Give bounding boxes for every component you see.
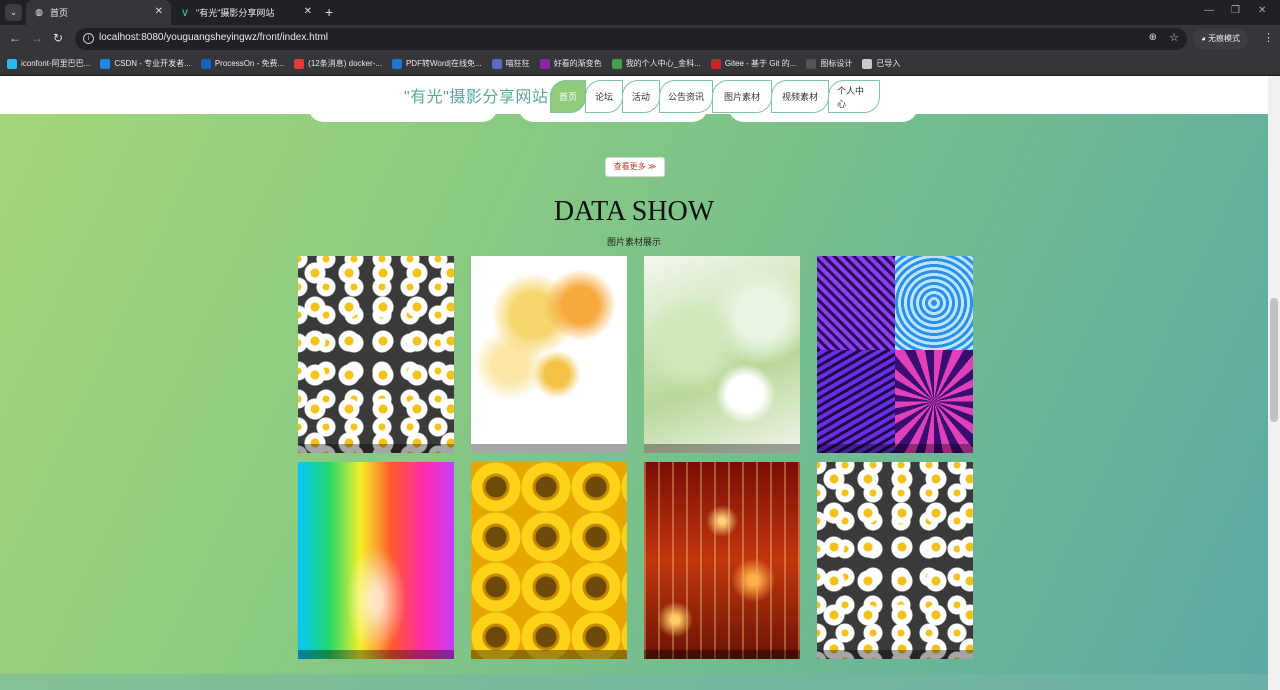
bookmark-label: 喵狂狂 <box>505 59 530 68</box>
gallery-image[interactable] <box>817 462 973 659</box>
bookmark-label: iconfont-阿里巴巴... <box>21 59 91 68</box>
bookmark-item[interactable]: iconfont-阿里巴巴... <box>7 58 90 69</box>
tab-search-button[interactable]: ⌄ <box>5 4 22 21</box>
image-watermark-bar <box>471 650 627 659</box>
image-watermark-bar <box>817 650 973 659</box>
bookmark-label: CSDN - 专业开发者... <box>114 59 191 68</box>
menu-item[interactable]: 首页 <box>550 80 586 113</box>
scrollbar[interactable] <box>1268 76 1280 690</box>
minimize-icon[interactable]: — <box>1204 5 1214 16</box>
csdn-icon <box>100 58 111 69</box>
bookmarks-bar: iconfont-阿里巴巴... CSDN - 专业开发者... ProcessOn… <box>0 53 1280 75</box>
gradient-icon <box>539 58 550 69</box>
url-text: localhost:8080/youguangsheyingwz/front/i… <box>99 32 329 43</box>
bookmark-label: (12条消息) docker-... <box>308 59 382 68</box>
bookmark-label: PDF转Word|在线免... <box>405 59 482 68</box>
incognito-label: 无痕模式 <box>1208 34 1241 43</box>
bookmark-label: 好看的渐变色 <box>553 59 602 68</box>
more-menu-icon[interactable]: ⋮ <box>1263 31 1274 44</box>
restore-icon[interactable]: ❐ <box>1231 5 1240 16</box>
url-field[interactable]: i localhost:8080/youguangsheyingwz/front… <box>75 28 1187 50</box>
bookmark-item[interactable]: 已导入 <box>862 58 900 69</box>
bookmark-item[interactable]: (12条消息) docker-... <box>294 58 382 69</box>
image-watermark-bar <box>298 444 454 453</box>
bookmark-item[interactable]: 好看的渐变色 <box>539 58 602 69</box>
bookmark-item[interactable]: Gitee - 基于 Git 的... <box>710 58 797 69</box>
bookmark-label: 我的个人中心_金科... <box>625 59 701 68</box>
zoom-icon[interactable]: ⊕ <box>1149 32 1157 43</box>
menu-item[interactable]: 个人中心 <box>828 80 880 113</box>
bookmark-label: ProcessOn - 免费... <box>214 59 285 68</box>
globe-icon: ◍ <box>35 7 43 17</box>
vue-icon: V <box>181 7 188 18</box>
bookmark-item[interactable]: CSDN - 专业开发者... <box>100 58 191 69</box>
gitee-icon <box>710 58 721 69</box>
processon-icon <box>200 58 211 69</box>
menu-item[interactable]: 论坛 <box>585 80 623 113</box>
gallery-image[interactable] <box>644 256 800 453</box>
bookmark-item[interactable]: PDF转Word|在线免... <box>391 58 482 69</box>
tab-title: 首页 <box>50 8 69 18</box>
bookmark-item[interactable]: 图标设计 <box>806 58 852 69</box>
close-window-icon[interactable]: ✕ <box>1258 5 1266 16</box>
footer-strip <box>0 674 1268 690</box>
menu-item[interactable]: 图片素材 <box>712 80 772 113</box>
site-info-icon[interactable]: i <box>83 33 94 44</box>
tab-title: "有光"摄影分享网站 <box>196 8 275 18</box>
tab-bar: ⌄ ◍ 首页 ✕ V "有光"摄影分享网站 ✕ + — ❐ ✕ <box>0 0 1280 25</box>
profile-icon <box>611 58 622 69</box>
section-subtitle: 图片素材展示 <box>606 237 661 247</box>
menu-item[interactable]: 活动 <box>622 80 660 113</box>
csdn-c-icon <box>294 58 305 69</box>
bookmark-item[interactable]: 我的个人中心_金科... <box>611 58 701 69</box>
bookmark-label: Gitee - 基于 Git 的... <box>724 59 797 68</box>
section-title: DATA SHOW <box>553 196 715 227</box>
incognito-badge[interactable]: ◕ 无痕模式 <box>1193 29 1249 49</box>
image-watermark-bar <box>644 444 800 453</box>
gallery-image[interactable] <box>817 256 973 453</box>
tab-home[interactable]: ◍ 首页 ✕ <box>26 0 171 25</box>
page-viewport: "有光"摄影分享网站 首页 论坛 活动 公告资讯 图片素材 视频素材 个人中心 查看更多 ≫… <box>0 76 1280 690</box>
cat-icon <box>491 58 502 69</box>
bookmark-label: 图标设计 <box>820 59 853 68</box>
incognito-icon: ◕ <box>1201 34 1209 43</box>
back-icon[interactable]: ← <box>9 31 21 45</box>
folder-icon <box>862 58 873 69</box>
main-menu: 首页 论坛 活动 公告资讯 图片素材 视频素材 个人中心 <box>550 80 880 113</box>
gallery-image[interactable] <box>644 462 800 659</box>
menu-item[interactable]: 公告资讯 <box>659 80 713 113</box>
site-title: "有光"摄影分享网站 <box>404 89 549 106</box>
close-icon[interactable]: ✕ <box>155 6 163 17</box>
gallery-image[interactable] <box>471 256 627 453</box>
pdf-icon <box>391 58 402 69</box>
view-more-button[interactable]: 查看更多 ≫ <box>605 157 665 177</box>
iconfont-icon <box>7 58 17 69</box>
bookmark-star-icon[interactable]: ☆ <box>1169 31 1179 44</box>
new-tab-button[interactable]: + <box>325 4 333 20</box>
bookmark-item[interactable]: ProcessOn - 免费... <box>200 58 285 69</box>
menu-item[interactable]: 视频素材 <box>771 80 829 113</box>
bookmark-item[interactable]: 喵狂狂 <box>491 58 530 69</box>
scrollbar-thumb[interactable] <box>1270 298 1278 422</box>
image-watermark-bar <box>817 444 973 453</box>
design-icon <box>806 58 817 69</box>
gallery-image[interactable] <box>471 462 627 659</box>
address-bar: ← → ↻ i localhost:8080/youguangsheyingwz… <box>0 25 1280 53</box>
bookmark-label: 已导入 <box>876 59 901 68</box>
reload-icon[interactable]: ↻ <box>53 31 63 45</box>
gallery-image[interactable] <box>298 462 454 659</box>
gallery-image[interactable] <box>298 256 454 453</box>
forward-icon[interactable]: → <box>31 31 43 45</box>
image-watermark-bar <box>298 650 454 659</box>
image-watermark-bar <box>644 650 800 659</box>
tab-site[interactable]: V "有光"摄影分享网站 ✕ <box>172 0 320 25</box>
close-icon[interactable]: ✕ <box>304 6 312 17</box>
image-watermark-bar <box>471 444 627 453</box>
